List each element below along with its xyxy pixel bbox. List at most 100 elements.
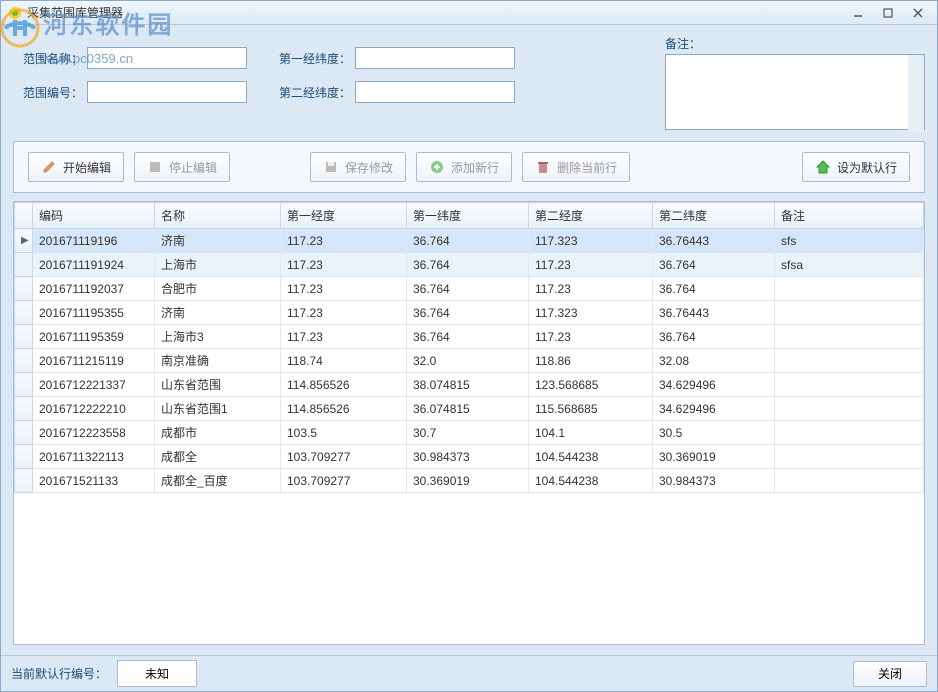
start-edit-button[interactable]: 开始编辑: [28, 152, 124, 182]
row-selector[interactable]: [15, 397, 33, 421]
table-row[interactable]: 2016711322113成都全103.70927730.984373104.5…: [15, 445, 924, 469]
cell-remark[interactable]: [775, 277, 924, 301]
row-selector[interactable]: [15, 253, 33, 277]
delete-row-button[interactable]: 删除当前行: [522, 152, 630, 182]
cell-lat2[interactable]: 30.984373: [653, 469, 775, 493]
cell-lat2[interactable]: 36.764: [653, 325, 775, 349]
cell-code[interactable]: 2016712221337: [33, 373, 155, 397]
cell-lat2[interactable]: 36.76443: [653, 301, 775, 325]
set-default-button[interactable]: 设为默认行: [802, 152, 910, 182]
cell-lon2[interactable]: 117.23: [529, 253, 653, 277]
cell-lon1[interactable]: 117.23: [281, 325, 407, 349]
cell-code[interactable]: 2016712222210: [33, 397, 155, 421]
cell-lon2[interactable]: 104.1: [529, 421, 653, 445]
close-footer-button[interactable]: 关闭: [853, 661, 927, 687]
maximize-button[interactable]: [875, 5, 901, 21]
cell-lon2[interactable]: 117.23: [529, 277, 653, 301]
cell-lon1[interactable]: 117.23: [281, 301, 407, 325]
cell-name[interactable]: 合肥市: [155, 277, 281, 301]
cell-code[interactable]: 201671119196: [33, 229, 155, 253]
table-row[interactable]: 201671521133成都全_百度103.70927730.369019104…: [15, 469, 924, 493]
cell-lon1[interactable]: 118.74: [281, 349, 407, 373]
cell-name[interactable]: 上海市: [155, 253, 281, 277]
code-input[interactable]: [87, 81, 247, 103]
cell-lat1[interactable]: 30.7: [407, 421, 529, 445]
col-lat1[interactable]: 第一纬度: [407, 203, 529, 229]
col-lat2[interactable]: 第二纬度: [653, 203, 775, 229]
cell-code[interactable]: 2016711192037: [33, 277, 155, 301]
cell-lon1[interactable]: 103.709277: [281, 469, 407, 493]
cell-name[interactable]: 南京准确: [155, 349, 281, 373]
col-lon2[interactable]: 第二经度: [529, 203, 653, 229]
cell-code[interactable]: 2016711191924: [33, 253, 155, 277]
row-selector[interactable]: [15, 469, 33, 493]
coord1-input[interactable]: [355, 47, 515, 69]
cell-lat2[interactable]: 30.5: [653, 421, 775, 445]
table-row[interactable]: 2016711192037合肥市117.2336.764117.2336.764: [15, 277, 924, 301]
cell-lat2[interactable]: 32.08: [653, 349, 775, 373]
cell-code[interactable]: 2016711195355: [33, 301, 155, 325]
remark-scrollbar[interactable]: [908, 55, 924, 132]
cell-remark[interactable]: sfsa: [775, 253, 924, 277]
cell-remark[interactable]: [775, 325, 924, 349]
cell-lat1[interactable]: 36.764: [407, 301, 529, 325]
cell-code[interactable]: 2016711195359: [33, 325, 155, 349]
cell-lat2[interactable]: 36.764: [653, 253, 775, 277]
cell-code[interactable]: 201671521133: [33, 469, 155, 493]
cell-lon1[interactable]: 103.709277: [281, 445, 407, 469]
cell-remark[interactable]: [775, 445, 924, 469]
cell-remark[interactable]: [775, 373, 924, 397]
table-row[interactable]: 2016712222210山东省范围1114.85652636.07481511…: [15, 397, 924, 421]
cell-lat1[interactable]: 36.074815: [407, 397, 529, 421]
cell-name[interactable]: 成都全: [155, 445, 281, 469]
cell-name[interactable]: 成都市: [155, 421, 281, 445]
cell-lon1[interactable]: 103.5: [281, 421, 407, 445]
cell-lat1[interactable]: 38.074815: [407, 373, 529, 397]
table-row[interactable]: 2016711191924上海市117.2336.764117.2336.764…: [15, 253, 924, 277]
col-name[interactable]: 名称: [155, 203, 281, 229]
cell-lat2[interactable]: 30.369019: [653, 445, 775, 469]
cell-lon2[interactable]: 104.544238: [529, 445, 653, 469]
row-selector[interactable]: [15, 373, 33, 397]
cell-remark[interactable]: [775, 349, 924, 373]
col-remark[interactable]: 备注: [775, 203, 924, 229]
cell-name[interactable]: 济南: [155, 301, 281, 325]
coord2-input[interactable]: [355, 81, 515, 103]
cell-lat1[interactable]: 36.764: [407, 229, 529, 253]
cell-lon1[interactable]: 117.23: [281, 253, 407, 277]
cell-lat1[interactable]: 32.0: [407, 349, 529, 373]
table-row[interactable]: 2016711195359上海市3117.2336.764117.2336.76…: [15, 325, 924, 349]
cell-lat2[interactable]: 34.629496: [653, 373, 775, 397]
cell-lon1[interactable]: 117.23: [281, 229, 407, 253]
row-selector[interactable]: ▶: [15, 229, 33, 253]
cell-lon2[interactable]: 117.323: [529, 301, 653, 325]
table-row[interactable]: ▶201671119196济南117.2336.764117.32336.764…: [15, 229, 924, 253]
save-button[interactable]: 保存修改: [310, 152, 406, 182]
row-selector[interactable]: [15, 421, 33, 445]
row-selector[interactable]: [15, 277, 33, 301]
cell-lat1[interactable]: 36.764: [407, 253, 529, 277]
cell-lat2[interactable]: 36.76443: [653, 229, 775, 253]
cell-name[interactable]: 上海市3: [155, 325, 281, 349]
cell-lon2[interactable]: 117.323: [529, 229, 653, 253]
cell-remark[interactable]: [775, 421, 924, 445]
cell-code[interactable]: 2016711322113: [33, 445, 155, 469]
table-row[interactable]: 2016711195355济南117.2336.764117.32336.764…: [15, 301, 924, 325]
cell-lon1[interactable]: 117.23: [281, 277, 407, 301]
table-row[interactable]: 2016711215119南京准确118.7432.0118.8632.08: [15, 349, 924, 373]
row-selector[interactable]: [15, 301, 33, 325]
cell-lat1[interactable]: 36.764: [407, 325, 529, 349]
cell-lon2[interactable]: 118.86: [529, 349, 653, 373]
cell-lat1[interactable]: 30.984373: [407, 445, 529, 469]
cell-lon1[interactable]: 114.856526: [281, 397, 407, 421]
cell-remark[interactable]: [775, 469, 924, 493]
cell-lon1[interactable]: 114.856526: [281, 373, 407, 397]
cell-lon2[interactable]: 117.23: [529, 325, 653, 349]
table-row[interactable]: 2016712221337山东省范围114.85652638.074815123…: [15, 373, 924, 397]
cell-remark[interactable]: sfs: [775, 229, 924, 253]
table-row[interactable]: 2016712223558成都市103.530.7104.130.5: [15, 421, 924, 445]
cell-remark[interactable]: [775, 397, 924, 421]
cell-lat2[interactable]: 36.764: [653, 277, 775, 301]
stop-edit-button[interactable]: 停止编辑: [134, 152, 230, 182]
cell-lat1[interactable]: 36.764: [407, 277, 529, 301]
